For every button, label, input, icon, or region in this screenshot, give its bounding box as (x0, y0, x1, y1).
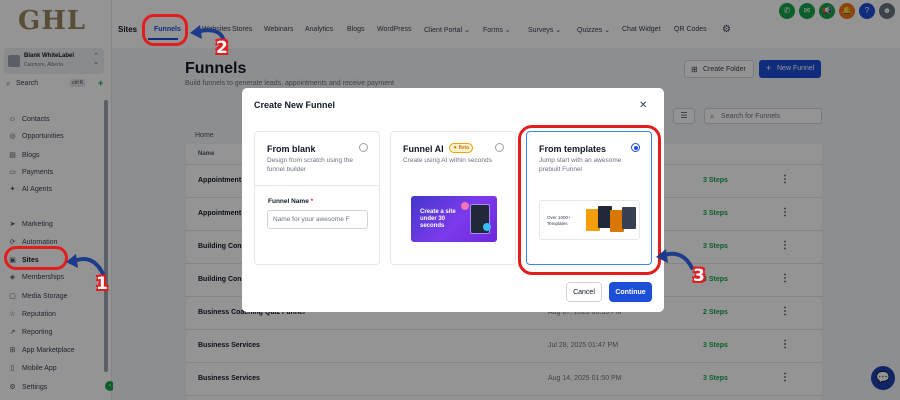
funnel-ai-preview-image: Create a site under 30 seconds (411, 196, 497, 242)
decor-dot (461, 202, 469, 210)
annotation-number-3: 3 (693, 266, 706, 287)
card-divider (255, 185, 379, 186)
option-card-funnel-ai[interactable]: Funnel AI ✦ Beta Create using AI within … (390, 131, 516, 265)
option-title: From blank (267, 144, 316, 154)
option-description: Jump start with an awesome prebuilt Funn… (539, 157, 622, 173)
option-description: Create using AI within seconds (403, 157, 492, 164)
cancel-button[interactable]: Cancel (566, 282, 602, 302)
beta-badge-text: Beta (458, 145, 469, 151)
option-card-from-blank[interactable]: From blank Design from scratch using the… (254, 131, 380, 265)
create-funnel-modal: Create New Funnel ✕ From blank Design fr… (242, 88, 664, 312)
annotation-number-1: 1 (96, 274, 109, 295)
beta-badge: ✦ Beta (449, 143, 473, 153)
required-mark: * (310, 198, 314, 205)
option-description: Design from scratch using the funnel bui… (267, 157, 353, 173)
templates-preview-text: Over 1000+ Templates (547, 215, 571, 226)
funnel-name-label-text: Funnel Name (268, 198, 309, 205)
ai-preview-text: Create a site under 30 seconds (420, 209, 456, 229)
modal-title: Create New Funnel (254, 100, 336, 110)
continue-button[interactable]: Continue (609, 282, 652, 302)
funnel-name-label: Funnel Name * (268, 198, 313, 205)
close-icon[interactable]: ✕ (639, 100, 647, 111)
option-title: From templates (539, 144, 607, 154)
option-title: Funnel AI (403, 144, 444, 154)
template-thumb (622, 207, 636, 229)
funnel-name-input[interactable] (267, 210, 368, 229)
option-radio[interactable] (495, 143, 504, 152)
option-radio-selected[interactable] (631, 143, 640, 152)
option-radio[interactable] (359, 143, 368, 152)
option-card-from-templates[interactable]: From templates Jump start with an awesom… (526, 131, 652, 265)
decor-dot (483, 223, 491, 231)
templates-preview-image: Over 1000+ Templates (539, 200, 640, 240)
annotation-number-2: 2 (216, 38, 229, 59)
